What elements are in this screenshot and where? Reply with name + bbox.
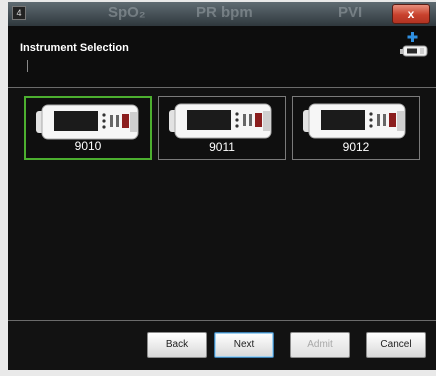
header-divider [8, 87, 436, 88]
oximeter-device-image [169, 103, 272, 139]
background-text-pvi: PVI [338, 4, 363, 21]
instrument-label: 9010 [74, 139, 102, 153]
instrument-tile-9010[interactable]: 9010 [24, 96, 152, 160]
dialog-header: Instrument Selection [8, 26, 436, 88]
background-text-pr: PR bpm [196, 4, 253, 21]
back-button[interactable]: Back [147, 332, 207, 358]
next-button[interactable]: Next [214, 332, 274, 358]
cancel-button[interactable]: Cancel [366, 332, 426, 358]
title-bar: 4 SpO₂ PR bpm PVI x [8, 2, 436, 26]
oximeter-device-image [303, 103, 406, 139]
oximeter-device-image [36, 104, 139, 140]
footer-divider [8, 320, 436, 321]
instrument-label: 9011 [209, 140, 235, 154]
background-text-spo2: SpO₂ [108, 4, 146, 21]
instrument-selection-window: 4 SpO₂ PR bpm PVI x Instrument Selection [8, 2, 436, 370]
instrument-label: 9012 [342, 140, 370, 154]
app-icon: 4 [12, 6, 26, 20]
add-device-icon[interactable] [400, 32, 428, 62]
text-cursor [27, 60, 28, 72]
dialog-title: Instrument Selection [20, 42, 129, 54]
instrument-tile-9012[interactable]: 9012 [292, 96, 420, 160]
instrument-tile-9011[interactable]: 9011 [158, 96, 286, 160]
admit-button: Admit [290, 332, 350, 358]
close-button[interactable]: x [392, 4, 430, 24]
